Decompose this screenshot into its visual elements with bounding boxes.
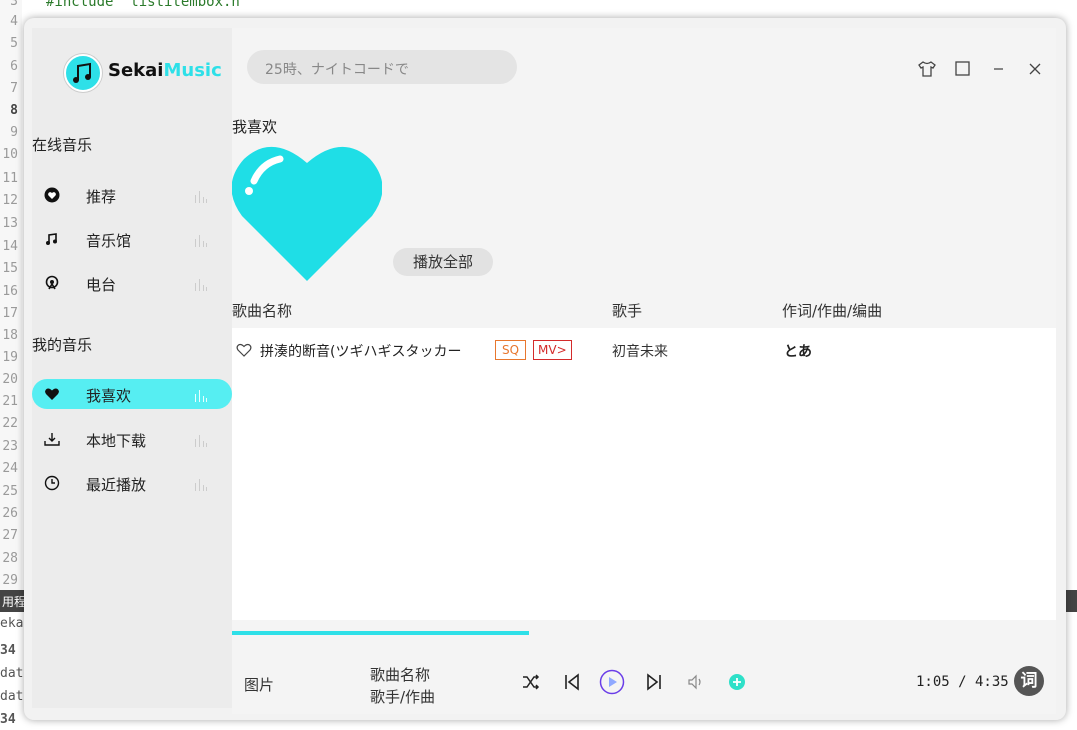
line-number: 9	[10, 125, 18, 140]
equalizer-icon	[195, 191, 207, 203]
playback-time: 1:05 / 4:35	[916, 674, 1009, 690]
app-logo-text: SekaiMusic	[108, 60, 222, 81]
line-number: 27	[2, 528, 18, 543]
line-number: 14	[2, 239, 18, 254]
output-line: dat	[0, 666, 24, 681]
line-number: 20	[2, 372, 18, 387]
line-number: 23	[2, 439, 18, 454]
shuffle-icon[interactable]	[521, 672, 541, 692]
line-number: 7	[10, 81, 18, 96]
now-playing-title: 歌曲名称	[370, 666, 431, 684]
line-number: 26	[2, 506, 18, 521]
mv-badge[interactable]: MV>	[533, 340, 572, 360]
close-icon[interactable]	[1026, 60, 1044, 78]
code-line: #include "listitembox.h"	[46, 0, 249, 10]
sidebar-item-recent-plays[interactable]: 最近播放	[32, 468, 232, 498]
output-line: 34	[0, 712, 16, 727]
line-number: 8	[10, 103, 18, 118]
equalizer-icon	[195, 435, 207, 447]
equalizer-icon	[195, 279, 207, 291]
app-logo-icon	[64, 54, 102, 92]
line-number: 4	[10, 14, 18, 29]
line-number: 11	[2, 171, 18, 186]
radio-icon	[45, 275, 59, 290]
output-line: dat	[0, 689, 24, 704]
line-number-gutter: 3 4 5 6 7 8 9 10 11 12 13 14 15 16 17 18…	[0, 0, 22, 590]
sidebar-item-label: 推荐	[86, 188, 117, 206]
lyrics-button[interactable]: 词	[1014, 666, 1044, 696]
sidebar-item-label: 音乐馆	[86, 232, 132, 250]
previous-track-icon[interactable]	[562, 672, 582, 692]
equalizer-icon	[195, 479, 207, 491]
line-number: 5	[10, 36, 18, 51]
favorite-outline-icon[interactable]	[236, 343, 252, 357]
sidebar-item-local-download[interactable]: 本地下载	[32, 424, 232, 454]
minimize-icon[interactable]	[990, 60, 1008, 78]
line-number: 21	[2, 394, 18, 409]
search-input[interactable]: 25時、ナイトコードで	[247, 50, 517, 84]
sidebar-item-label: 我喜欢	[86, 387, 132, 405]
sidebar-item-label: 最近播放	[86, 476, 147, 494]
sidebar-item-label: 电台	[86, 276, 117, 294]
playlist-title: 我喜欢	[232, 118, 278, 136]
playback-progress-bar[interactable]	[232, 631, 529, 635]
clock-icon	[44, 475, 60, 491]
album-art-placeholder: 图片	[244, 676, 275, 694]
line-number: 12	[2, 193, 18, 208]
music-app-window: SekaiMusic 在线音乐 推荐 音乐馆 电台 我的音乐 我喜欢 本地下载	[24, 18, 1066, 720]
line-number: 15	[2, 261, 18, 276]
next-track-icon[interactable]	[644, 672, 664, 692]
column-header-song-name[interactable]: 歌曲名称	[232, 300, 292, 321]
sidebar: SekaiMusic 在线音乐 推荐 音乐馆 电台 我的音乐 我喜欢 本地下载	[32, 28, 232, 708]
line-number: 17	[2, 306, 18, 321]
add-icon[interactable]	[727, 672, 747, 692]
play-pause-icon[interactable]	[599, 669, 625, 695]
equalizer-icon	[195, 235, 207, 247]
sidebar-item-label: 本地下载	[86, 432, 147, 450]
sidebar-item-recommend[interactable]: 推荐	[32, 180, 232, 210]
line-number: 13	[2, 216, 18, 231]
main-content: 25時、ナイトコードで 我喜欢 播放全部 歌曲名称 歌手 作词/作曲/编曲 拼湊…	[232, 28, 1056, 714]
output-tab[interactable]: 用程	[0, 593, 26, 610]
line-number: 24	[2, 461, 18, 476]
logo-text-part: Sekai	[108, 60, 164, 81]
line-number: 16	[2, 284, 18, 299]
line-number: 22	[2, 416, 18, 431]
song-credits: とあ	[784, 344, 812, 360]
column-header-credits[interactable]: 作词/作曲/编曲	[782, 300, 882, 321]
skin-shirt-icon[interactable]	[918, 60, 936, 78]
sidebar-item-music-hall[interactable]: 音乐馆	[32, 224, 232, 254]
heart-icon	[45, 388, 59, 400]
section-my-music: 我的音乐	[32, 336, 93, 354]
song-artist[interactable]: 初音未来	[612, 341, 668, 361]
logo-text-part: Music	[163, 60, 222, 81]
line-number: 6	[10, 59, 18, 74]
recommend-icon	[44, 187, 60, 203]
line-number: 29	[2, 573, 18, 588]
song-list	[232, 328, 1056, 621]
now-playing-artist: 歌手/作曲	[370, 688, 436, 706]
table-row[interactable]: 拼湊的断音(ツギハギスタッカー SQ MV> 初音未来 とあ	[232, 336, 1056, 366]
output-line: 34	[0, 643, 16, 658]
equalizer-icon	[195, 390, 207, 402]
line-number: 3	[10, 0, 18, 9]
line-number: 25	[2, 484, 18, 499]
search-placeholder: 25時、ナイトコードで	[265, 62, 409, 78]
song-name: 拼湊的断音(ツギハギスタッカー	[260, 344, 462, 360]
line-number: 28	[2, 551, 18, 566]
line-number: 10	[2, 147, 18, 162]
maximize-icon[interactable]	[954, 60, 972, 78]
download-icon	[44, 433, 60, 446]
section-online-music: 在线音乐	[32, 136, 93, 154]
line-number: 19	[2, 350, 18, 365]
playlist-cover-heart-icon	[232, 146, 382, 281]
sq-quality-badge: SQ	[495, 340, 527, 360]
volume-icon[interactable]	[686, 672, 706, 692]
sidebar-item-favorites[interactable]: 我喜欢	[32, 379, 232, 409]
play-all-button[interactable]: 播放全部	[393, 248, 493, 276]
sidebar-item-radio[interactable]: 电台	[32, 268, 232, 298]
line-number: 18	[2, 328, 18, 343]
music-note-icon	[46, 233, 57, 245]
column-header-artist[interactable]: 歌手	[612, 300, 642, 321]
